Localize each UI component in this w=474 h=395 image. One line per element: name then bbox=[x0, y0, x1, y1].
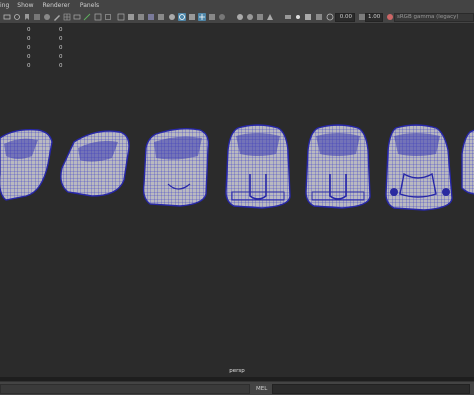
2d-pan-zoom-icon[interactable] bbox=[43, 13, 51, 21]
menu-bar: ing Show Renderer Panels bbox=[0, 0, 474, 11]
car-model-6[interactable] bbox=[385, 124, 453, 211]
bookmark-icon[interactable] bbox=[23, 13, 31, 21]
command-line: MEL bbox=[0, 381, 474, 395]
smooth-shade-icon[interactable] bbox=[127, 13, 135, 21]
ambient-occlusion-icon[interactable] bbox=[218, 13, 226, 21]
image-icon[interactable] bbox=[315, 13, 323, 21]
car-model-2[interactable] bbox=[60, 130, 130, 197]
film-gate-icon[interactable] bbox=[73, 13, 81, 21]
menu-lighting[interactable]: ing bbox=[0, 2, 9, 9]
playblast-icon[interactable] bbox=[304, 13, 312, 21]
wireframe-on-shaded-icon[interactable] bbox=[178, 13, 186, 21]
motion-blur-icon[interactable] bbox=[236, 13, 244, 21]
color-space-dropdown[interactable]: sRGB gamma (legacy) bbox=[394, 13, 474, 22]
menu-renderer[interactable]: Renderer bbox=[42, 2, 69, 9]
camera-name-label: persp bbox=[229, 368, 245, 374]
hud-value: 0 bbox=[59, 63, 63, 69]
car-model-7[interactable] bbox=[461, 129, 474, 195]
hud-value: 0 bbox=[27, 54, 31, 60]
image-plane-icon[interactable] bbox=[33, 13, 41, 21]
hud-value: 0 bbox=[27, 45, 31, 51]
field-chart-icon[interactable] bbox=[104, 13, 112, 21]
camera-attributes-icon[interactable] bbox=[13, 13, 21, 21]
textured-icon[interactable] bbox=[147, 13, 155, 21]
hud-value: 0 bbox=[27, 27, 31, 33]
isolate-select-icon[interactable] bbox=[266, 13, 274, 21]
lights-icon[interactable] bbox=[157, 13, 165, 21]
default-material-icon[interactable] bbox=[137, 13, 145, 21]
command-input[interactable] bbox=[272, 384, 470, 394]
car-models-scene[interactable] bbox=[0, 24, 474, 377]
view-transform-icon[interactable] bbox=[386, 13, 394, 21]
exposure-field[interactable]: 0.00 bbox=[335, 13, 355, 22]
hud-value: 0 bbox=[27, 63, 31, 69]
xray-joints-icon[interactable] bbox=[198, 13, 206, 21]
mel-language-toggle[interactable]: MEL bbox=[256, 384, 267, 394]
exposure-toggle-icon[interactable] bbox=[326, 13, 334, 21]
menu-show[interactable]: Show bbox=[17, 2, 33, 9]
car-model-5[interactable] bbox=[305, 124, 371, 209]
xray-icon[interactable] bbox=[188, 13, 196, 21]
camera-select-icon[interactable] bbox=[3, 13, 11, 21]
xray-components-icon[interactable] bbox=[208, 13, 216, 21]
heads-up-display: 0 0 0 0 0 0 0 0 0 0 bbox=[0, 24, 80, 72]
anti-aliasing-icon[interactable] bbox=[246, 13, 254, 21]
shadows-icon[interactable] bbox=[168, 13, 176, 21]
perspective-viewport[interactable] bbox=[0, 24, 474, 377]
hud-value: 0 bbox=[59, 45, 63, 51]
hud-value: 0 bbox=[27, 36, 31, 42]
hud-value: 0 bbox=[59, 54, 63, 60]
gamma-field[interactable]: 1.00 bbox=[365, 13, 383, 22]
wireframe-icon[interactable] bbox=[117, 13, 125, 21]
hud-value: 0 bbox=[59, 36, 63, 42]
car-model-1[interactable] bbox=[0, 128, 53, 201]
grease-pencil-icon[interactable] bbox=[53, 13, 61, 21]
car-model-4[interactable] bbox=[225, 124, 291, 209]
exposure-icon[interactable] bbox=[284, 13, 292, 21]
menu-panels[interactable]: Panels bbox=[80, 2, 99, 9]
panel-toolbar: 0.00 1.00 sRGB gamma (legacy) bbox=[0, 11, 474, 24]
camera-snapshot-icon[interactable] bbox=[294, 13, 302, 21]
command-history-field[interactable] bbox=[0, 384, 250, 394]
grid-icon[interactable] bbox=[63, 13, 71, 21]
resolution-gate-icon[interactable] bbox=[83, 13, 91, 21]
depth-of-field-icon[interactable] bbox=[256, 13, 264, 21]
gate-mask-icon[interactable] bbox=[94, 13, 102, 21]
car-model-3[interactable] bbox=[142, 127, 210, 207]
hud-value: 0 bbox=[59, 27, 63, 33]
